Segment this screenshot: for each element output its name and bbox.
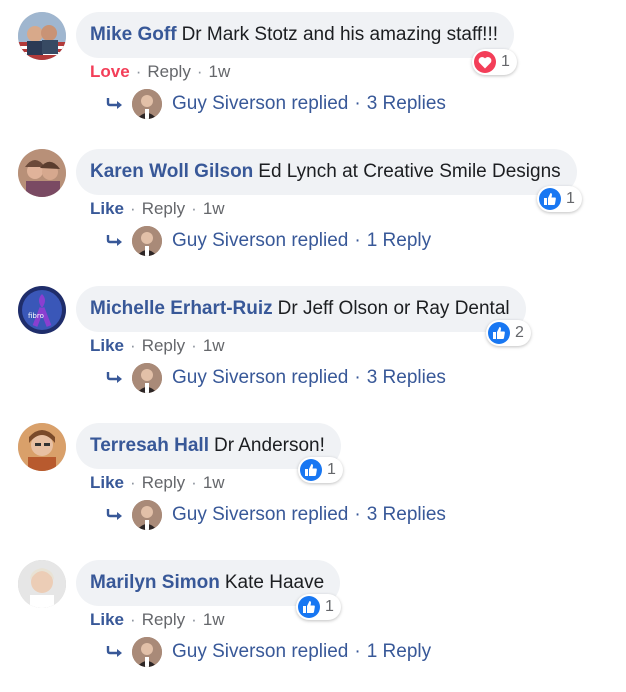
replier-name: Guy Siverson replied [172, 230, 349, 251]
like-button[interactable]: Like [90, 473, 124, 493]
reply-button[interactable]: Reply [142, 610, 185, 630]
comment-actions: Like · Reply · 1w [90, 199, 225, 219]
reaction-badge[interactable]: 1 [298, 457, 343, 483]
comment-author[interactable]: Karen Woll Gilson [90, 161, 253, 183]
reaction-badge[interactable]: 1 [472, 49, 517, 75]
thumbs-up-icon [539, 188, 561, 210]
comment-author[interactable]: Terresah Hall [90, 435, 209, 457]
separator: · [354, 504, 361, 525]
separator: · [191, 473, 197, 492]
reply-button[interactable]: Reply [142, 199, 185, 219]
timestamp[interactable]: 1w [203, 199, 225, 219]
reaction-count: 2 [515, 324, 524, 341]
view-replies-link[interactable]: Guy Siverson replied · 3 Replies [106, 87, 446, 121]
comment-bubble: Karen Woll Gilson Ed Lynch at Creative S… [76, 149, 577, 195]
replier-avatar[interactable] [132, 363, 162, 393]
replier-name: Guy Siverson replied [172, 93, 349, 114]
reply-button[interactable]: Reply [147, 62, 190, 82]
reply-button[interactable]: Reply [142, 473, 185, 493]
view-replies-link[interactable]: Guy Siverson replied · 3 Replies [106, 498, 446, 532]
comment-text: Kate Haave [224, 572, 325, 593]
separator: · [354, 230, 361, 251]
comment-item: Mike Goff Dr Mark Stotz and his amazing … [0, 0, 626, 137]
separator: · [191, 199, 197, 218]
heart-icon [474, 51, 496, 73]
thumbs-up-icon [300, 459, 322, 481]
view-replies-link[interactable]: Guy Siverson replied · 1 Reply [106, 635, 431, 669]
separator: · [130, 473, 136, 492]
separator: · [130, 199, 136, 218]
reply-count: 3 Replies [366, 367, 446, 388]
love-button[interactable]: Love [90, 62, 130, 82]
comment-actions: Like · Reply · 1w [90, 473, 225, 493]
comment-item: Karen Woll Gilson Ed Lynch at Creative S… [0, 137, 626, 274]
reply-arrow-icon [106, 235, 122, 246]
reply-arrow-icon [106, 646, 122, 657]
reaction-badge[interactable]: 1 [296, 594, 341, 620]
timestamp[interactable]: 1w [209, 62, 231, 82]
separator: · [354, 93, 361, 114]
reply-count: 3 Replies [366, 504, 446, 525]
separator: · [135, 62, 142, 81]
reply-count: 1 Reply [366, 641, 432, 662]
replier-name: Guy Siverson replied [172, 367, 349, 388]
reply-arrow-icon [106, 98, 122, 109]
reaction-badge[interactable]: 2 [486, 320, 531, 346]
separator: · [354, 367, 361, 388]
avatar[interactable] [18, 560, 66, 608]
timestamp[interactable]: 1w [203, 336, 225, 356]
comment-author[interactable]: Mike Goff [90, 24, 177, 46]
separator: · [354, 641, 361, 662]
comment-actions: Love · Reply · 1w [90, 62, 230, 82]
replier-avatar[interactable] [132, 637, 162, 667]
comment-actions: Like · Reply · 1w [90, 336, 225, 356]
comment-actions: Like · Reply · 1w [90, 610, 225, 630]
avatar[interactable] [18, 12, 66, 60]
comment-item: fibro Michelle Erhart-Ruiz Dr Jeff Olson… [0, 274, 626, 411]
separator: · [191, 610, 197, 629]
comment-author[interactable]: Michelle Erhart-Ruiz [90, 298, 273, 320]
reply-button[interactable]: Reply [142, 336, 185, 356]
thumbs-up-icon [298, 596, 320, 618]
replier-avatar[interactable] [132, 500, 162, 530]
replier-name: Guy Siverson replied [172, 641, 349, 662]
reaction-count: 1 [501, 53, 510, 70]
comment-item: Terresah Hall Dr Anderson! 1 Like · Repl… [0, 411, 626, 548]
timestamp[interactable]: 1w [203, 610, 225, 630]
timestamp[interactable]: 1w [203, 473, 225, 493]
thumbs-up-icon [488, 322, 510, 344]
like-button[interactable]: Like [90, 199, 124, 219]
avatar[interactable] [18, 423, 66, 471]
comment-bubble: Michelle Erhart-Ruiz Dr Jeff Olson or Ra… [76, 286, 526, 332]
reaction-badge[interactable]: 1 [537, 186, 582, 212]
comment-author[interactable]: Marilyn Simon [90, 572, 220, 594]
view-replies-link[interactable]: Guy Siverson replied · 1 Reply [106, 224, 431, 258]
reaction-count: 1 [566, 190, 575, 207]
avatar[interactable]: fibro [18, 286, 66, 334]
comment-text: Dr Mark Stotz and his amazing staff!!! [181, 24, 499, 45]
comment-bubble: Mike Goff Dr Mark Stotz and his amazing … [76, 12, 515, 58]
reaction-count: 1 [327, 461, 336, 478]
reply-count: 3 Replies [366, 93, 446, 114]
reply-arrow-icon [106, 509, 122, 520]
like-button[interactable]: Like [90, 610, 124, 630]
comment-item: Marilyn Simon Kate Haave 1 Like · Reply … [0, 548, 626, 685]
replier-avatar[interactable] [132, 226, 162, 256]
replier-avatar[interactable] [132, 89, 162, 119]
view-replies-link[interactable]: Guy Siverson replied · 3 Replies [106, 361, 446, 395]
reaction-count: 1 [325, 598, 334, 615]
replier-name: Guy Siverson replied [172, 504, 349, 525]
reply-arrow-icon [106, 372, 122, 383]
comment-text: Dr Jeff Olson or Ray Dental [277, 298, 510, 319]
avatar[interactable] [18, 149, 66, 197]
separator: · [130, 610, 136, 629]
comment-text: Ed Lynch at Creative Smile Designs [258, 161, 561, 182]
separator: · [196, 62, 203, 81]
reply-count: 1 Reply [366, 230, 432, 251]
separator: · [191, 336, 197, 355]
comment-text: Dr Anderson! [213, 435, 325, 456]
like-button[interactable]: Like [90, 336, 124, 356]
separator: · [130, 336, 136, 355]
svg-text:fibro: fibro [28, 312, 44, 320]
